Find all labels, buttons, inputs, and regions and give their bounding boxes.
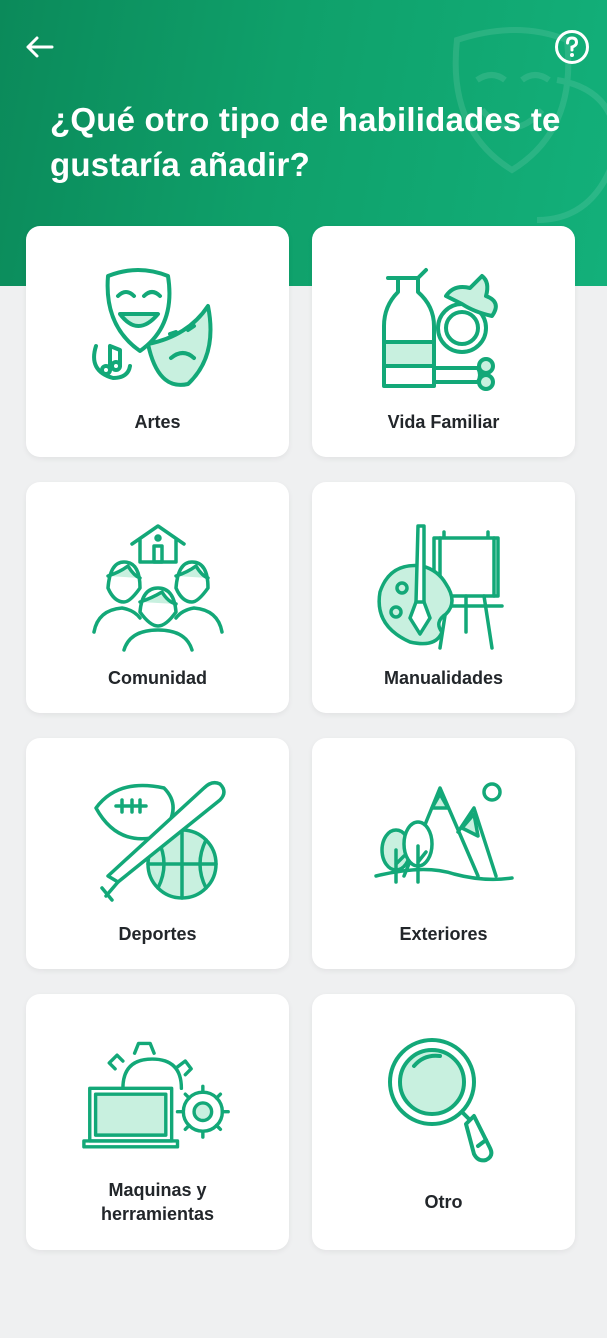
household-items-icon <box>381 268 498 391</box>
help-button[interactable] <box>554 29 590 65</box>
category-label: Comunidad <box>108 668 207 688</box>
mountains-trees-icon <box>373 782 514 884</box>
laptop-gears-icon <box>81 1041 230 1149</box>
category-card-artes[interactable]: Artes <box>26 226 289 457</box>
category-card-comunidad[interactable]: Comunidad <box>26 482 289 713</box>
category-card-manualidades[interactable]: Manualidades <box>312 482 575 713</box>
community-people-icon <box>91 524 224 652</box>
magnifier-icon <box>387 1038 493 1163</box>
page-title: ¿Qué otro tipo de habilidades te gustarí… <box>50 101 561 183</box>
category-label: Maquinas y herramientas <box>100 1180 215 1224</box>
category-label: Vida Familiar <box>387 412 500 432</box>
sports-balls-icon <box>93 780 226 902</box>
category-label: Otro <box>424 1192 463 1212</box>
category-label: Exteriores <box>399 924 488 944</box>
category-label: Deportes <box>118 924 197 944</box>
theater-masks-icon <box>91 268 212 387</box>
category-card-deportes[interactable]: Deportes <box>26 738 289 969</box>
arrow-left-icon <box>26 36 54 58</box>
question-circle-icon <box>555 30 589 64</box>
category-card-maquinas[interactable]: Maquinas y herramientas <box>26 994 289 1250</box>
category-card-exteriores[interactable]: Exteriores <box>312 738 575 969</box>
category-label: Manualidades <box>383 668 504 688</box>
back-button[interactable] <box>22 30 56 64</box>
category-label: Artes <box>134 412 181 432</box>
category-card-otro[interactable]: Otro <box>312 994 575 1250</box>
palette-easel-icon <box>376 524 504 650</box>
category-card-vida-familiar[interactable]: Vida Familiar <box>312 226 575 457</box>
category-grid: Artes Vida Familiar Comunidad Manualidad… <box>26 226 575 1250</box>
